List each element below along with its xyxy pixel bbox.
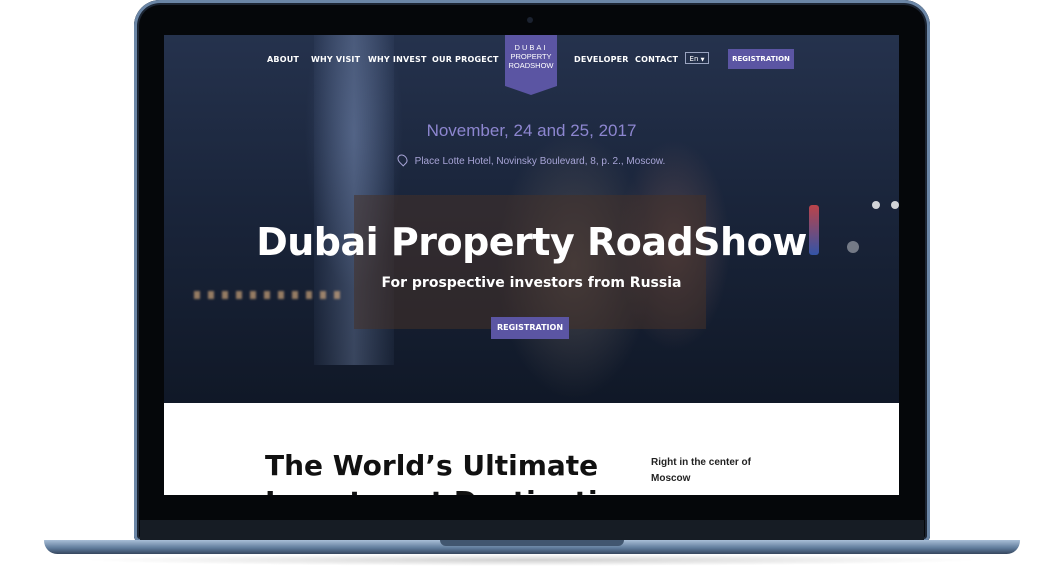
light-spot [891, 201, 899, 209]
laptop-shadow [80, 554, 984, 566]
nav-why-invest[interactable]: WHY INVEST [368, 55, 427, 64]
language-value: En [689, 55, 699, 63]
location-pin-icon [395, 152, 410, 167]
section-title-line-2: Investment Destinati [265, 485, 598, 495]
nav-why-visit[interactable]: WHY VISIT [311, 55, 360, 64]
language-select[interactable]: En ▼ [685, 52, 709, 64]
section-side-text: Right in the center of Moscow [651, 457, 751, 484]
section-title: The World’s Ultimate [265, 449, 599, 482]
city-lights [194, 291, 344, 299]
laptop-notch [440, 540, 624, 546]
webcam [527, 17, 533, 23]
nav-contact[interactable]: CONTACT [635, 55, 678, 64]
event-location-text: Place Lotte Hotel, Novinsky Boulevard, 8… [414, 156, 666, 167]
logo-line-3: ROADSHOW [508, 61, 554, 70]
event-date: November, 24 and 25, 2017 [426, 121, 637, 140]
intro-section: The World’s Ultimate Investment Destinat… [164, 403, 899, 495]
hero-title: Dubai Property RoadShow [256, 220, 807, 264]
nav-registration-button[interactable]: REGISTRATION [728, 49, 794, 69]
event-location: Place Lotte Hotel, Novinsky Boulevard, 8… [164, 152, 899, 167]
logo-line-1: DUBAI [514, 43, 548, 52]
nav-our-project[interactable]: OUR PROGECT [432, 55, 499, 64]
top-nav: ABOUT WHY VISIT WHY INVEST OUR PROGECT D… [164, 35, 899, 95]
site-logo[interactable]: DUBAI PROPERTY ROADSHOW [505, 35, 557, 95]
light-spot [872, 201, 880, 209]
chevron-down-icon: ▼ [700, 57, 705, 63]
nav-developer[interactable]: DEVELOPER [574, 55, 629, 64]
hero-registration-button[interactable]: REGISTRATION [491, 317, 569, 339]
logo-line-2: PROPERTY [510, 52, 552, 61]
screen: ABOUT WHY VISIT WHY INVEST OUR PROGECT D… [164, 35, 899, 495]
nav-about[interactable]: ABOUT [267, 55, 299, 64]
hero-subtitle: For prospective investors from Russia [381, 275, 682, 291]
laptop-bezel-bottom [140, 520, 924, 542]
